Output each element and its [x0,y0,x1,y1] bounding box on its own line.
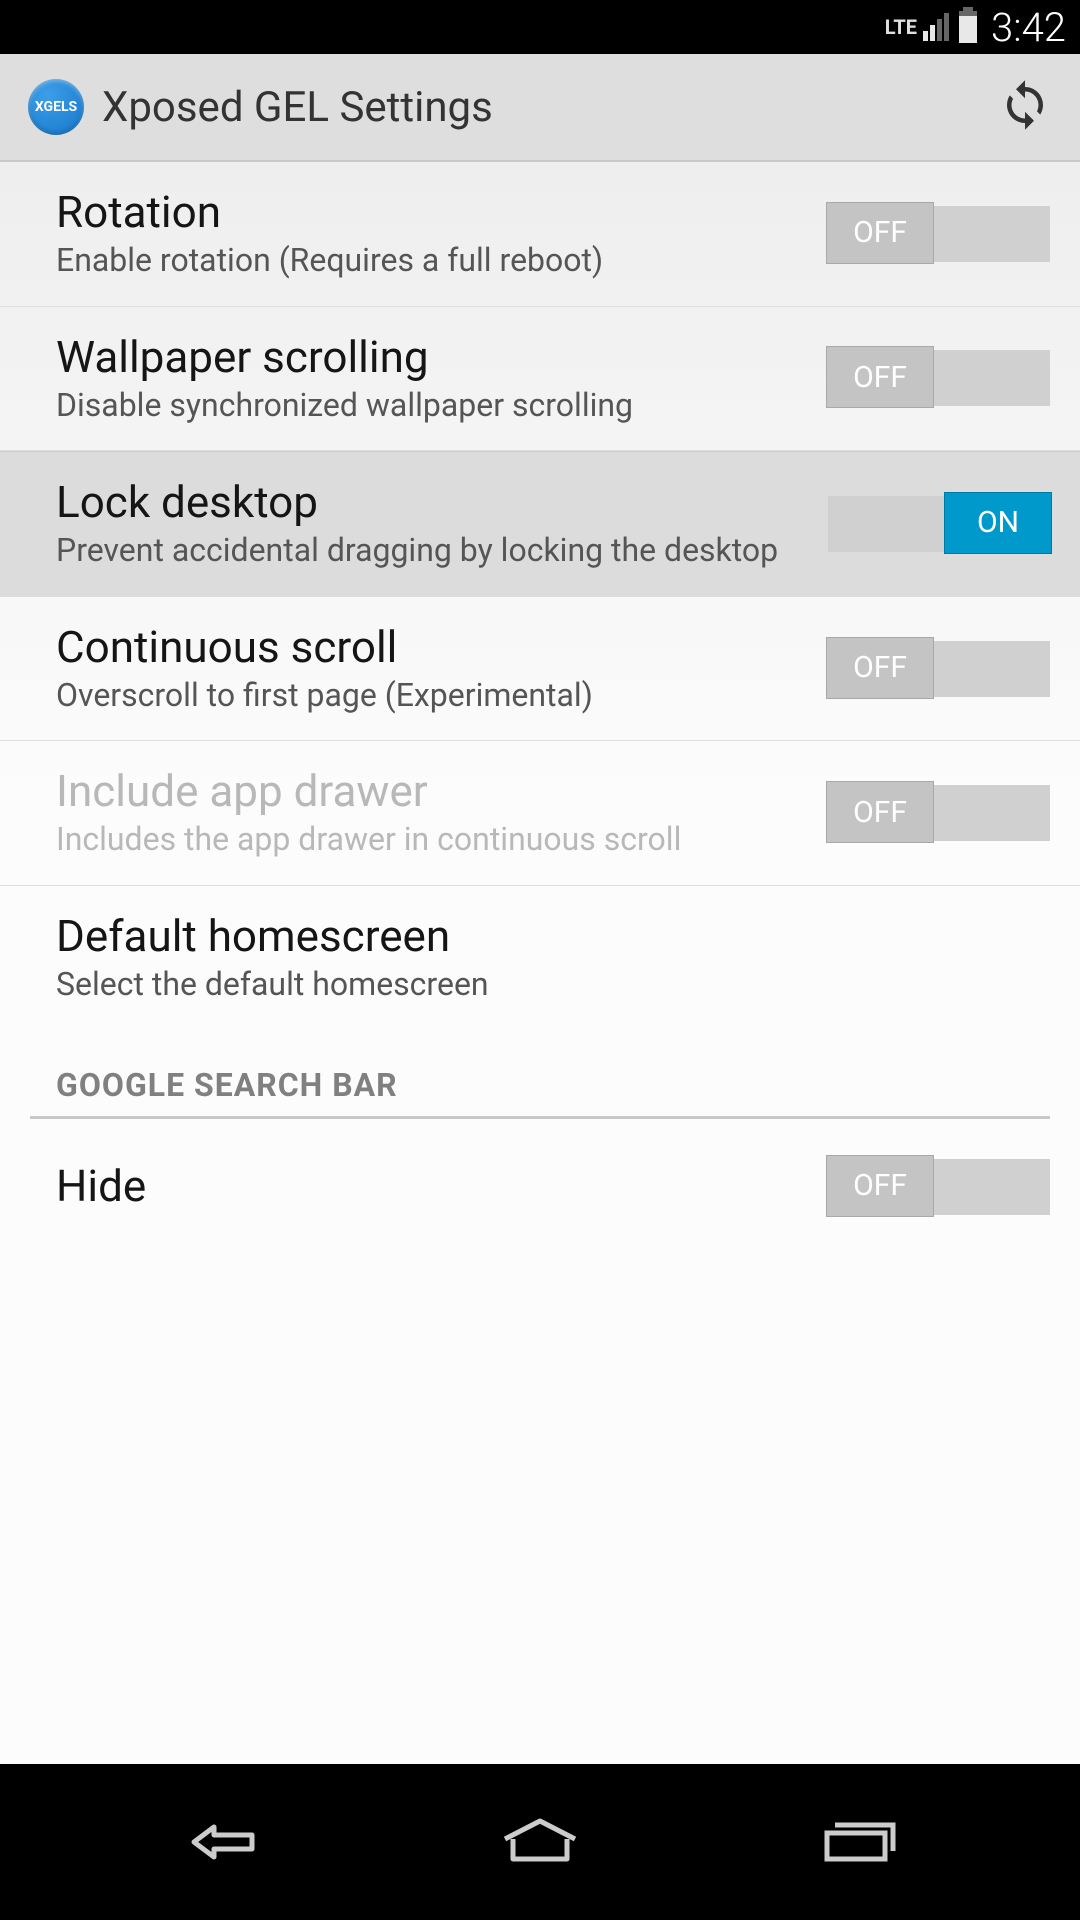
toggle-continuous-scroll[interactable]: OFF [828,641,1050,697]
setting-wallpaper-scrolling[interactable]: Wallpaper scrolling Disable synchronized… [0,307,1080,452]
section-header-google-search-bar: GOOGLE SEARCH BAR [0,1030,1080,1116]
setting-lock-desktop[interactable]: Lock desktop Prevent accidental dragging… [0,451,1080,597]
toggle-thumb: OFF [826,202,934,264]
page-title: Xposed GEL Settings [102,83,980,132]
toggle-include-app-drawer: OFF [828,785,1050,841]
home-button[interactable] [480,1812,600,1872]
setting-title: Rotation [56,186,808,238]
setting-continuous-scroll[interactable]: Continuous scroll Overscroll to first pa… [0,597,1080,742]
toggle-lock-desktop[interactable]: ON [828,496,1050,552]
status-time: 3:42 [991,4,1066,51]
status-network-label: LTE [885,15,917,39]
refresh-icon [998,78,1052,132]
recent-apps-button[interactable] [800,1812,920,1872]
setting-subtitle: Select the default homescreen [56,964,1030,1006]
toggle-thumb: OFF [826,346,934,408]
home-icon [495,1817,585,1867]
navigation-bar [0,1764,1080,1920]
battery-icon [959,11,977,43]
setting-include-app-drawer: Include app drawer Includes the app draw… [0,741,1080,886]
recent-apps-icon [815,1817,905,1867]
setting-subtitle: Prevent accidental dragging by locking t… [56,530,808,572]
toggle-rotation[interactable]: OFF [828,206,1050,262]
toggle-hide[interactable]: OFF [828,1159,1050,1215]
toggle-thumb: OFF [826,781,934,843]
signal-icon [923,13,949,41]
back-icon [170,1817,270,1867]
refresh-button[interactable] [998,78,1052,136]
action-bar: XGELS Xposed GEL Settings [0,54,1080,162]
toggle-wallpaper-scrolling[interactable]: OFF [828,350,1050,406]
setting-title: Hide [56,1160,808,1212]
setting-subtitle: Includes the app drawer in continuous sc… [56,819,808,861]
setting-subtitle: Disable synchronized wallpaper scrolling [56,385,808,427]
setting-subtitle: Enable rotation (Requires a full reboot) [56,240,808,282]
toggle-thumb: OFF [826,637,934,699]
status-bar: LTE 3:42 [0,0,1080,54]
setting-hide[interactable]: Hide OFF [0,1119,1080,1239]
app-icon: XGELS [28,79,84,135]
toggle-thumb: ON [944,492,1052,554]
back-button[interactable] [160,1812,280,1872]
setting-title: Wallpaper scrolling [56,331,808,383]
setting-title: Include app drawer [56,765,808,817]
setting-subtitle: Overscroll to first page (Experimental) [56,675,808,717]
toggle-thumb: OFF [826,1155,934,1217]
settings-list[interactable]: Rotation Enable rotation (Requires a ful… [0,162,1080,1764]
setting-rotation[interactable]: Rotation Enable rotation (Requires a ful… [0,162,1080,307]
setting-title: Continuous scroll [56,621,808,673]
setting-default-homescreen[interactable]: Default homescreen Select the default ho… [0,886,1080,1030]
setting-title: Default homescreen [56,910,1030,962]
setting-title: Lock desktop [56,476,808,528]
